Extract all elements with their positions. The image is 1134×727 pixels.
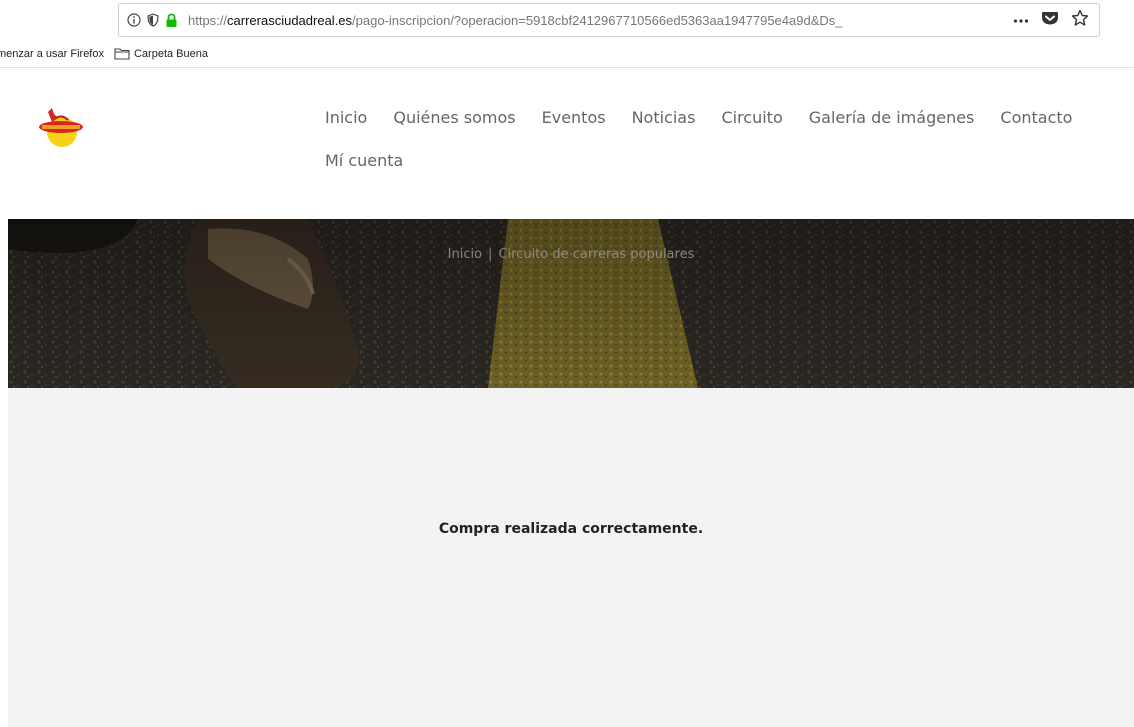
bookmark-folder-label: Carpeta Buena <box>133 47 208 60</box>
url-scheme: https:// <box>188 12 228 28</box>
url-actions <box>1013 4 1089 36</box>
hero-banner: Inicio | Circuito de carreras populares <box>8 219 1134 388</box>
bookmarks-bar: menzar a usar Firefox Carpeta Buena <box>0 40 1134 68</box>
nav-item-noticias[interactable]: Noticias <box>632 108 696 127</box>
url-bar[interactable]: https://carrerasciudadreal.es/pago-inscr… <box>118 3 1100 37</box>
breadcrumb-current: Circuito de carreras populares <box>498 247 695 262</box>
content-area: Compra realizada correctamente. <box>8 388 1134 727</box>
star-icon[interactable] <box>1071 9 1089 32</box>
purchase-success-message: Compra realizada correctamente. <box>438 521 704 537</box>
folder-icon <box>114 48 130 60</box>
nav-item-eventos[interactable]: Eventos <box>542 108 606 127</box>
nav-item-circuito[interactable]: Circuito <box>721 108 782 127</box>
nav-item-inicio[interactable]: Inicio <box>325 108 367 127</box>
pocket-icon[interactable] <box>1041 10 1059 31</box>
breadcrumb: Inicio | Circuito de carreras populares <box>8 247 1134 262</box>
url-host: carrerasciudadreal.es <box>227 12 353 28</box>
url-text[interactable]: https://carrerasciudadreal.es/pago-inscr… <box>188 13 958 28</box>
url-path: /pago-inscripcion/?operacion=5918cbf2412… <box>352 12 843 28</box>
hero-image <box>8 219 1134 388</box>
lock-icon[interactable] <box>165 13 178 28</box>
site-logo[interactable] <box>34 104 88 150</box>
breadcrumb-home[interactable]: Inicio <box>448 247 482 262</box>
nav-item-contacto[interactable]: Contacto <box>1000 108 1072 127</box>
info-icon[interactable] <box>127 13 141 27</box>
bookmark-folder[interactable]: Carpeta Buena <box>114 47 208 60</box>
breadcrumb-separator: | <box>488 247 493 262</box>
nav-item-galeria[interactable]: Galería de imágenes <box>809 108 975 127</box>
nav-item-mi-cuenta[interactable]: Mí cuenta <box>325 151 403 170</box>
more-icon[interactable] <box>1013 11 1029 29</box>
main-nav: Inicio Quiénes somos Eventos Noticias Ci… <box>325 108 1125 170</box>
nav-item-quienes-somos[interactable]: Quiénes somos <box>393 108 515 127</box>
bookmark-getting-started[interactable]: menzar a usar Firefox <box>0 48 104 60</box>
shield-icon[interactable] <box>147 13 159 27</box>
